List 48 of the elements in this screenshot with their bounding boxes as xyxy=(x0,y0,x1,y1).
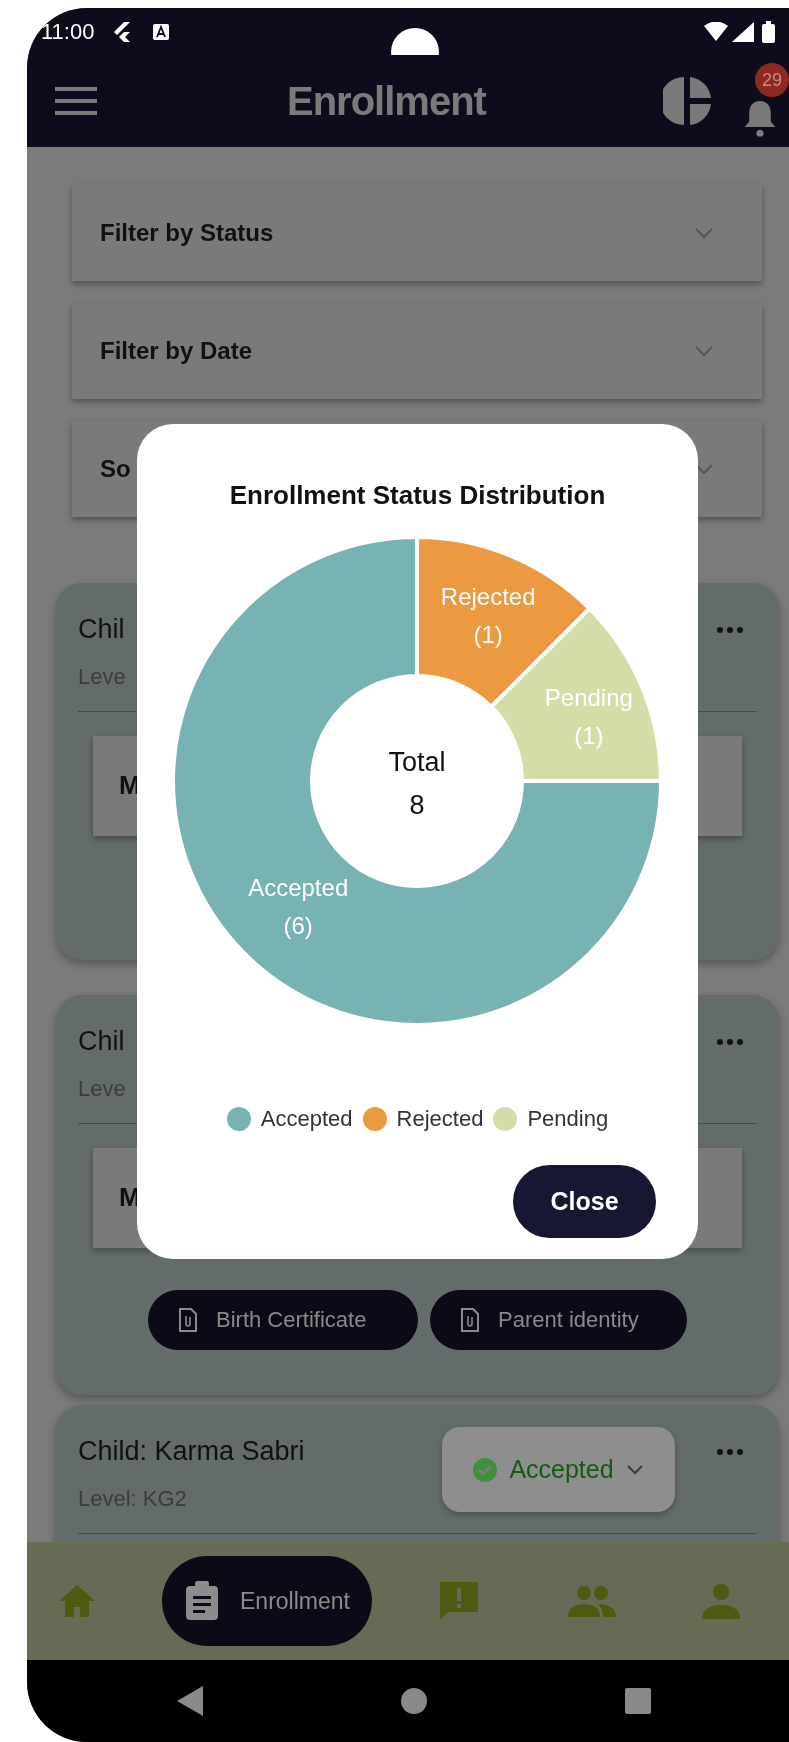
document-button[interactable]: Parent identity xyxy=(430,1289,687,1350)
document-icon xyxy=(178,1307,198,1332)
filter-dropdown[interactable]: Filter by Date xyxy=(72,303,762,399)
app-title: Enrollment xyxy=(287,78,486,125)
legend-label: Accepted xyxy=(260,1105,353,1133)
total-label: Total xyxy=(388,747,446,777)
more-options-icon[interactable] xyxy=(717,1449,743,1455)
signal-icon xyxy=(732,21,754,42)
chevron-down-icon xyxy=(625,1464,644,1475)
document-icon xyxy=(460,1307,480,1332)
person-icon xyxy=(701,1583,740,1619)
slice-label: Accepted xyxy=(248,873,349,901)
nav-item[interactable]: Enrollment xyxy=(162,1556,372,1646)
people-icon xyxy=(567,1585,616,1617)
alert-message-icon xyxy=(437,1580,480,1622)
notification-badge: 29 xyxy=(755,63,789,97)
chevron-down-icon xyxy=(694,345,714,357)
check-circle-icon xyxy=(473,1457,498,1482)
menu-icon[interactable] xyxy=(55,86,97,116)
notification-bell-icon[interactable] xyxy=(743,99,777,137)
pie-chart-icon[interactable] xyxy=(663,77,711,125)
legend-label: Rejected xyxy=(396,1105,484,1133)
more-options-icon[interactable] xyxy=(717,627,743,633)
more-options-icon[interactable] xyxy=(717,1039,743,1045)
legend-label: Pending xyxy=(527,1105,609,1133)
document-button[interactable]: Birth Certificate xyxy=(148,1289,418,1350)
chevron-down-icon xyxy=(694,227,714,239)
back-icon[interactable] xyxy=(177,1686,203,1716)
status-time: 11:00 xyxy=(41,18,95,46)
flutter-icon xyxy=(112,20,133,43)
filter-dropdown[interactable]: Filter by Status xyxy=(72,185,762,281)
battery-icon xyxy=(762,20,775,43)
slice-count: (1) xyxy=(574,721,604,749)
child-name: Chil xyxy=(78,1025,126,1058)
keyboard-icon xyxy=(152,22,171,41)
total-value: 8 xyxy=(409,790,425,820)
dialog-title: Enrollment Status Distribution xyxy=(229,479,606,510)
clipboard-icon xyxy=(184,1580,220,1622)
home-icon xyxy=(57,1583,97,1619)
slice-label: Rejected xyxy=(440,583,536,611)
child-name: Chil xyxy=(78,613,126,646)
close-button[interactable]: Close xyxy=(513,1165,656,1238)
wifi-icon xyxy=(704,21,728,42)
home-button-icon[interactable] xyxy=(401,1688,427,1714)
child-name: Child: Karma Sabri xyxy=(78,1435,305,1468)
slice-label: Pending xyxy=(544,683,633,711)
slice-count: (6) xyxy=(283,911,313,939)
slice-count: (1) xyxy=(473,621,503,649)
